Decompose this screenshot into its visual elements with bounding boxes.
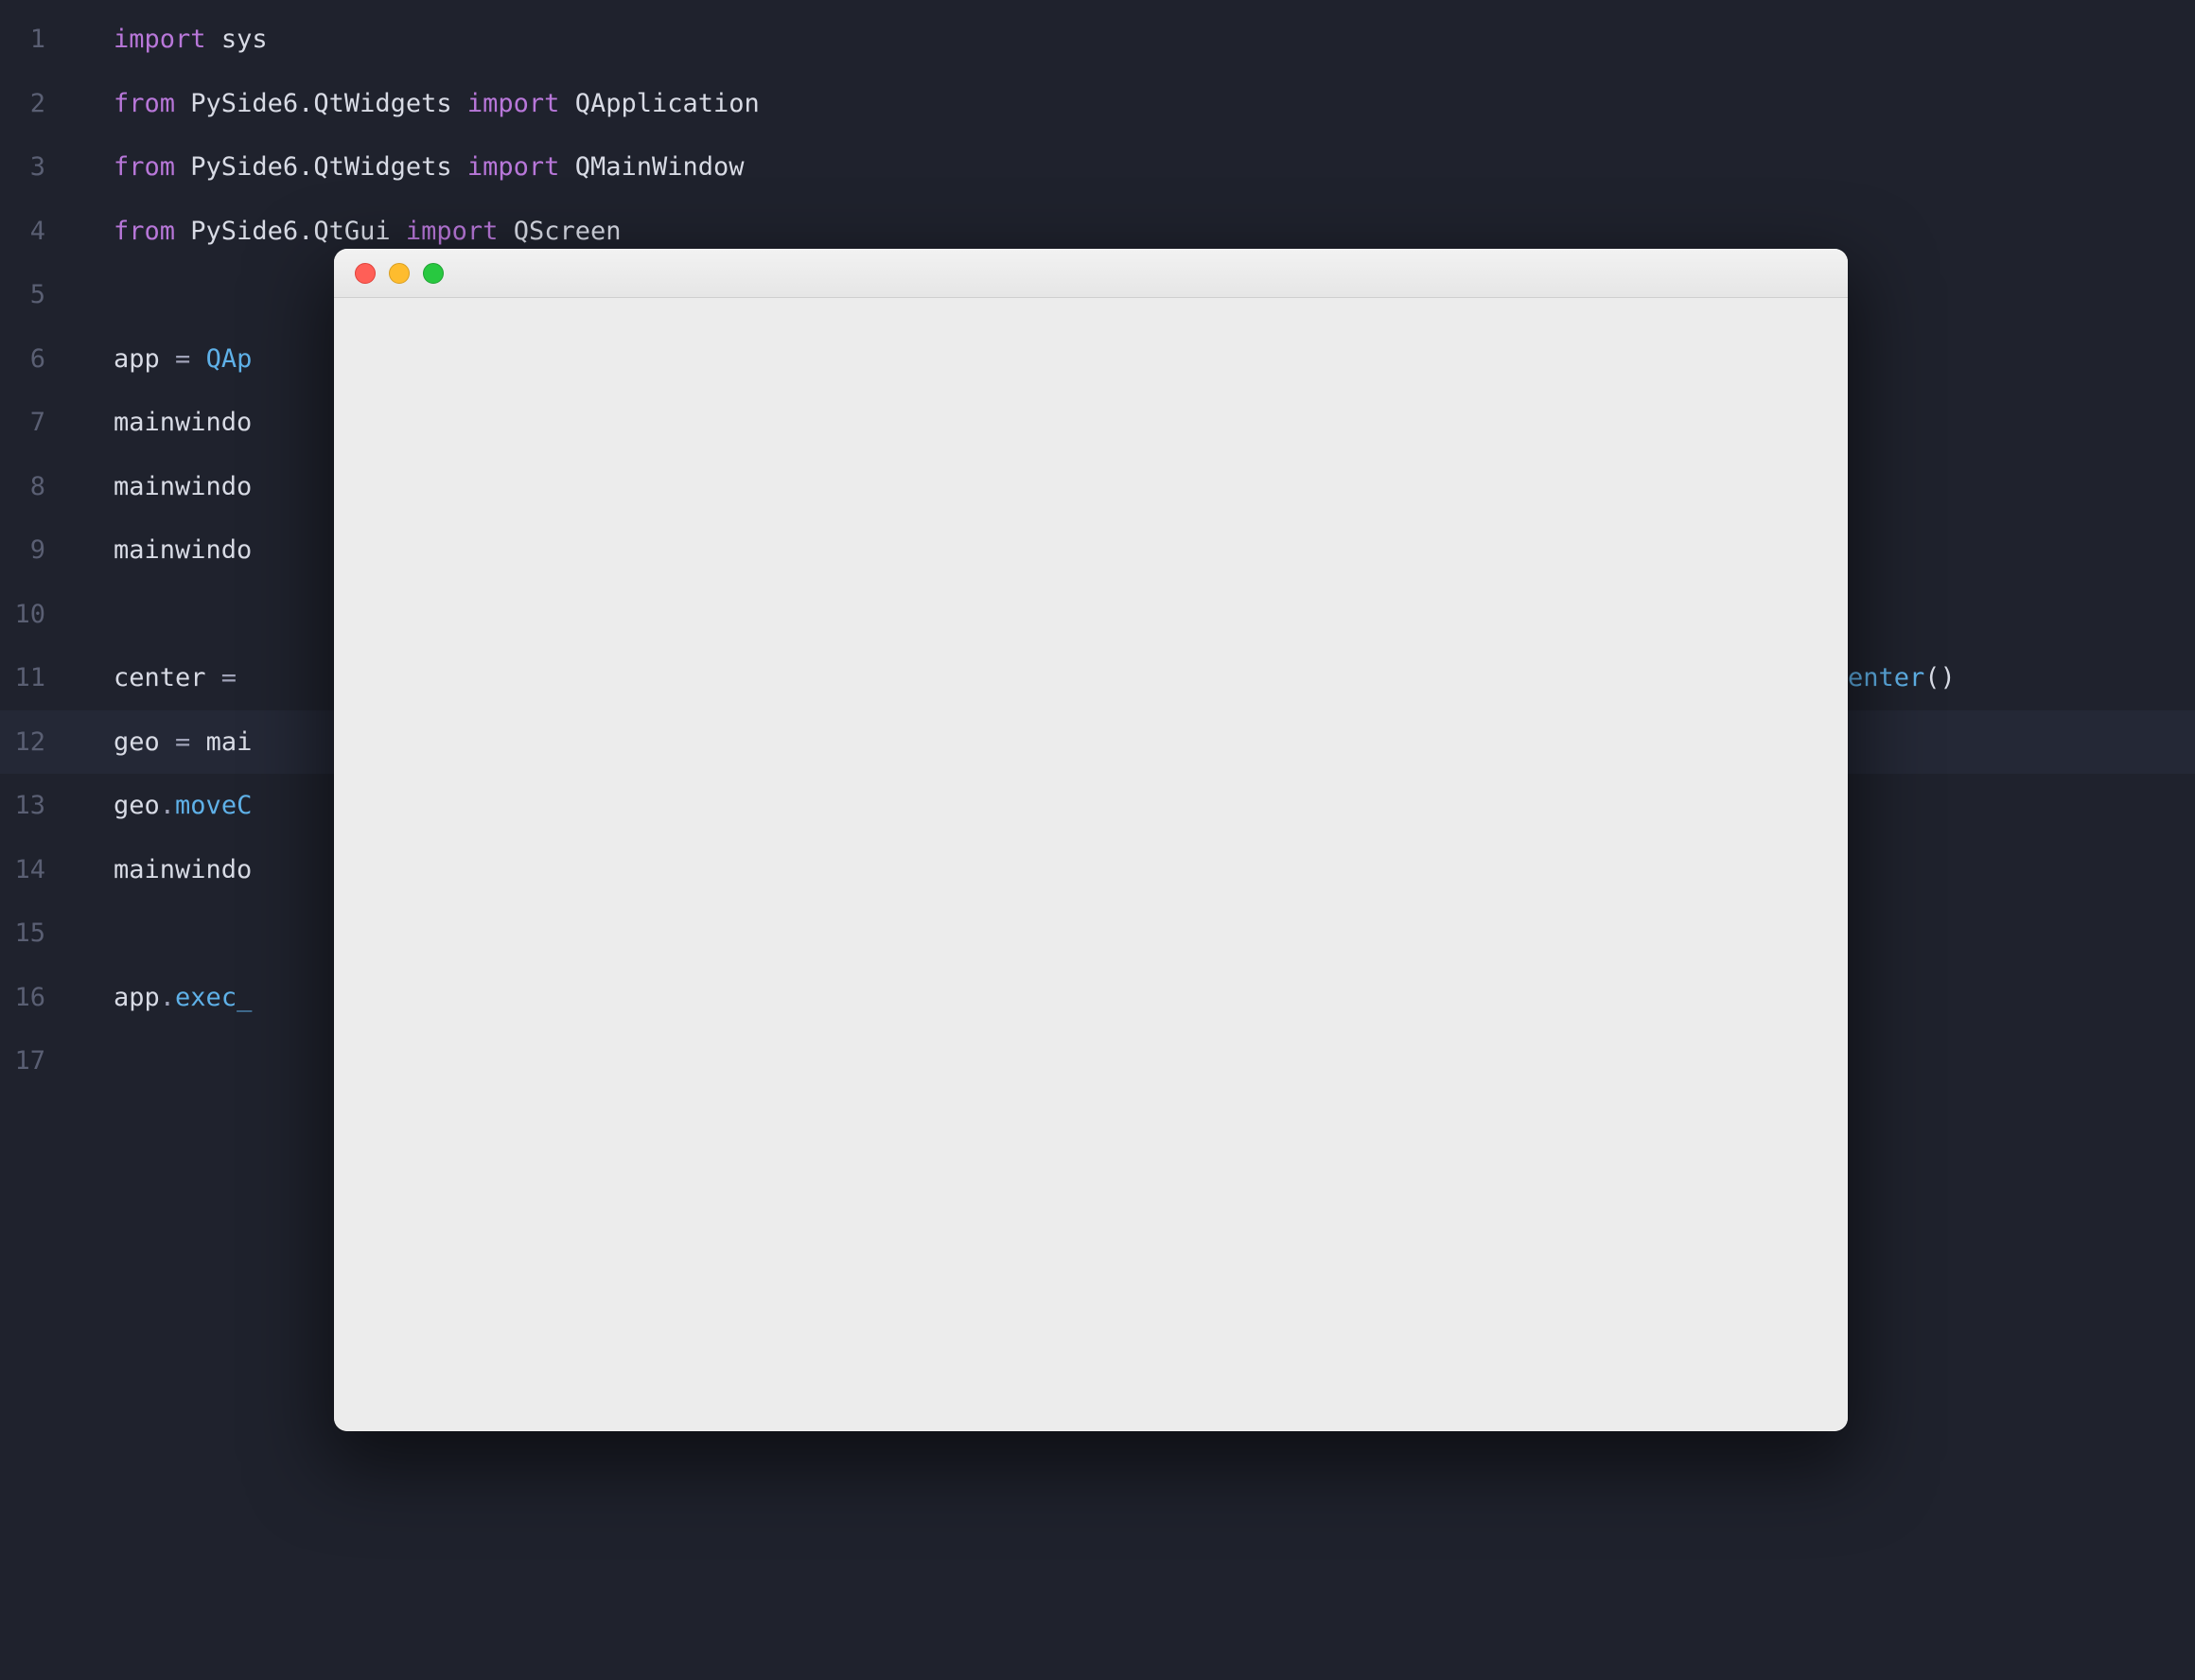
code-line[interactable]: 2from PySide6.QtWidgets import QApplicat… xyxy=(0,72,2195,136)
line-number: 5 xyxy=(0,263,85,327)
line-number: 13 xyxy=(0,774,85,838)
line-number: 9 xyxy=(0,518,85,583)
code-line[interactable]: 3from PySide6.QtWidgets import QMainWind… xyxy=(0,135,2195,200)
line-number: 16 xyxy=(0,966,85,1030)
line-number: 2 xyxy=(0,72,85,136)
line-number: 12 xyxy=(0,710,85,775)
code-content[interactable]: import sys xyxy=(85,8,2195,72)
line-number: 8 xyxy=(0,455,85,519)
line-number: 1 xyxy=(0,8,85,72)
code-line[interactable]: 1import sys xyxy=(0,8,2195,72)
line-number: 6 xyxy=(0,327,85,392)
line-number: 14 xyxy=(0,838,85,902)
window-titlebar[interactable] xyxy=(334,249,1848,298)
code-content[interactable]: from PySide6.QtWidgets import QMainWindo… xyxy=(85,135,2195,200)
close-icon[interactable] xyxy=(355,263,376,284)
minimize-icon[interactable] xyxy=(389,263,410,284)
window-body xyxy=(334,298,1848,1431)
app-window[interactable] xyxy=(334,249,1848,1431)
code-content[interactable]: from PySide6.QtWidgets import QApplicati… xyxy=(85,72,2195,136)
line-number: 11 xyxy=(0,646,85,710)
line-number: 10 xyxy=(0,583,85,647)
line-number: 17 xyxy=(0,1029,85,1094)
line-number: 3 xyxy=(0,135,85,200)
line-number: 4 xyxy=(0,200,85,264)
line-number: 15 xyxy=(0,901,85,966)
code-content-tail[interactable]: enter() xyxy=(1848,646,1956,710)
line-number: 7 xyxy=(0,391,85,455)
maximize-icon[interactable] xyxy=(423,263,444,284)
